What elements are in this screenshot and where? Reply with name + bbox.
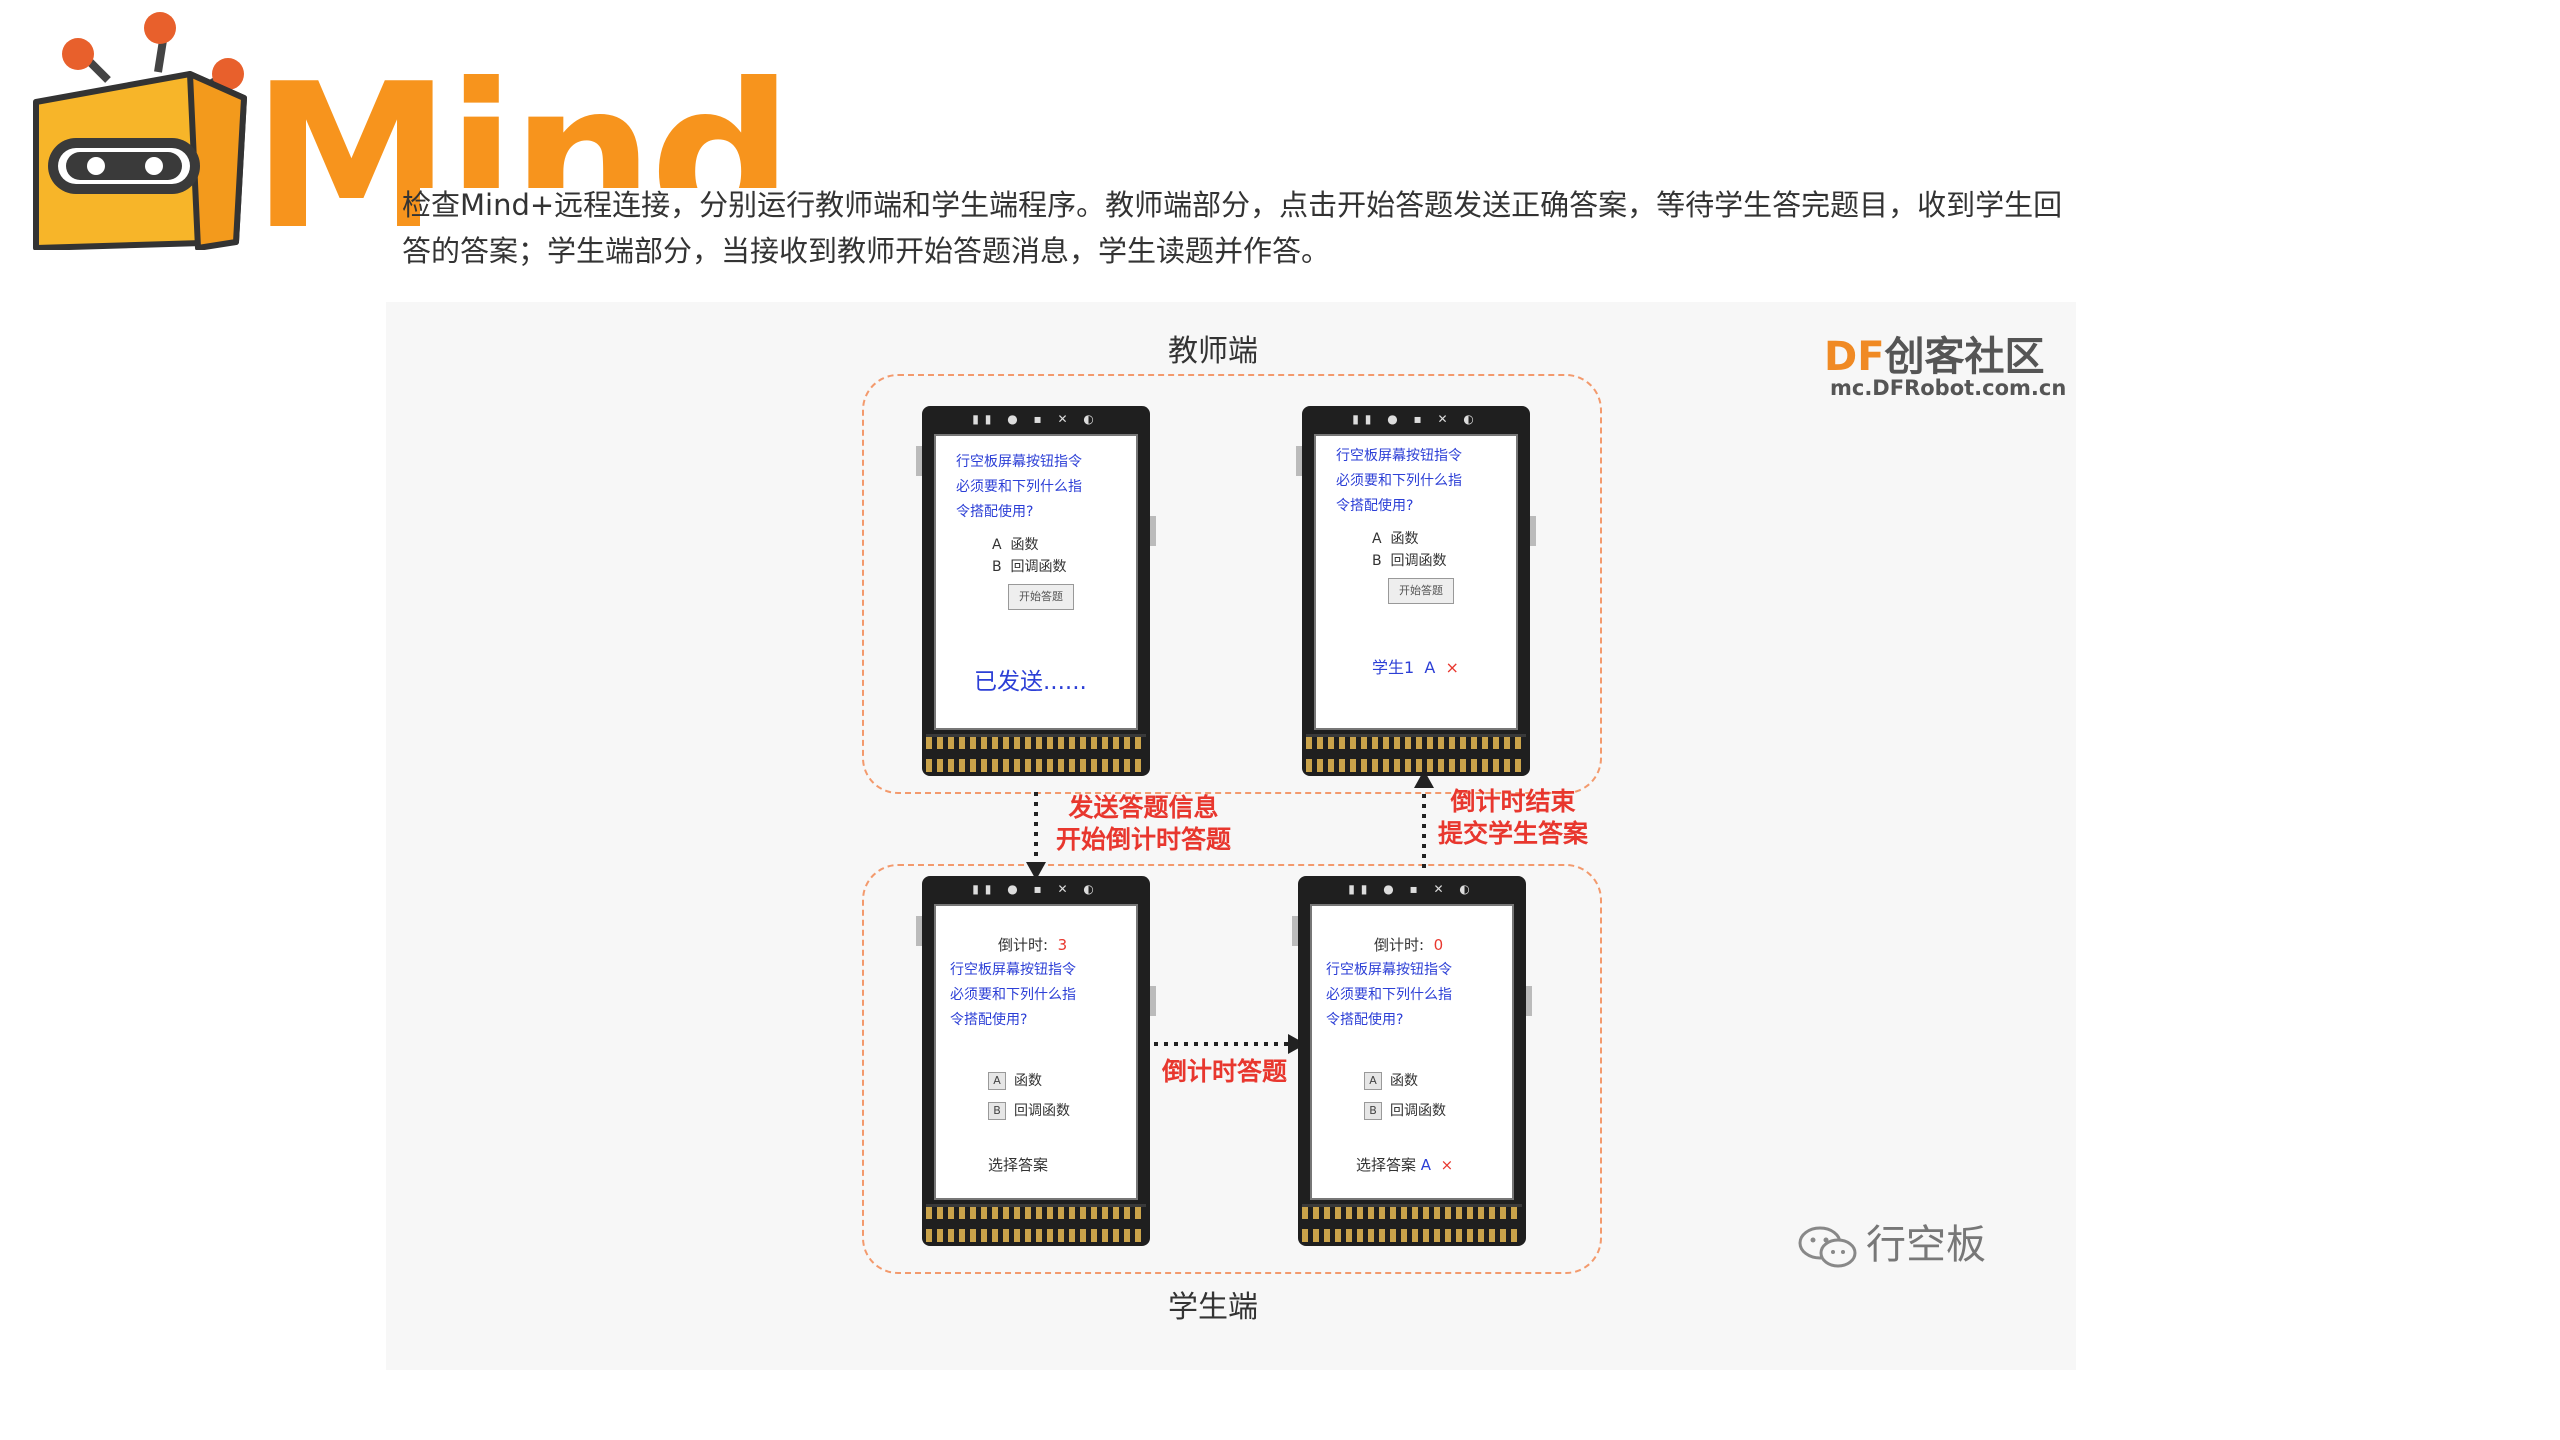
choose-answer-label: 选择答案 — [988, 1156, 1049, 1174]
device-teacher-result: ▮▮ ● ▪ ✕ ◐ 行空板屏幕按钮指令 必须要和下列什么指 令搭配使用? A … — [1296, 406, 1536, 776]
wechat-icon — [1798, 1226, 1857, 1268]
countdown-text: 倒计时: 3 — [998, 936, 1068, 954]
teacher-group-label: 教师端 — [1168, 334, 1258, 369]
option-b: B 回调函数 — [992, 559, 1067, 575]
device-screen: 行空板屏幕按钮指令 必须要和下列什么指 令搭配使用? A 函数 B 回调函数 开… — [934, 434, 1138, 730]
student-group-label: 学生端 — [1168, 1290, 1258, 1325]
device-student-countdown: ▮▮ ● ▪ ✕ ◐ 倒计时: 3 行空板屏幕按钮指令 必须要和下列什么指 令搭… — [916, 876, 1156, 1246]
system-diagram-figure: DF创客社区 mc.DFRobot.com.cn 教师端 学生端 发送答题信息 … — [386, 302, 2076, 1370]
option-a: A 函数 — [1372, 531, 1419, 547]
robot-mascot-icon — [33, 12, 247, 250]
student-result-text: 学生1 A × — [1372, 658, 1459, 677]
device-screen: 倒计时: 0 行空板屏幕按钮指令 必须要和下列什么指 令搭配使用? A 函数 B回… — [1310, 904, 1514, 1200]
device-status-bar: ▮▮ ● ▪ ✕ ◐ — [1348, 882, 1476, 896]
device-screen: 倒计时: 3 行空板屏幕按钮指令 必须要和下列什么指 令搭配使用? A 函数 B回… — [934, 904, 1138, 1200]
sent-status-text: 已发送...... — [974, 669, 1087, 695]
device-student-answered: ▮▮ ● ▪ ✕ ◐ 倒计时: 0 行空板屏幕按钮指令 必须要和下列什么指 令搭… — [1292, 876, 1532, 1246]
teacher-student-flow-diagram: 教师端 学生端 发送答题信息 开始倒计时答题 倒计时答题 倒计时结束 提交学生答… — [386, 302, 2076, 1370]
article-paragraph: 检查Mind+远程连接，分别运行教师端和学生端程序。教师端部分，点击开始答题发送… — [402, 188, 2063, 268]
article-body: 检查Mind+远程连接，分别运行教师端和学生端程序。教师端部分，点击开始答题发送… — [386, 178, 2076, 1370]
option-a: A 函数 — [992, 537, 1039, 553]
device-gold-pins — [1306, 734, 1526, 772]
device-teacher-sending: ▮▮ ● ▪ ✕ ◐ 行空板屏幕按钮指令 必须要和下列什么指 令搭配使用? A … — [916, 406, 1156, 776]
flow-label-countdown: 倒计时答题 — [1162, 1057, 1288, 1086]
chosen-answer-text: 选择答案 A × — [1356, 1156, 1454, 1174]
device-screen: 行空板屏幕按钮指令 必须要和下列什么指 令搭配使用? A 函数 B 回调函数 开… — [1314, 434, 1518, 730]
start-answer-button[interactable]: 开始答题 — [1008, 584, 1074, 610]
question-text: 行空板屏幕按钮指令 必须要和下列什么指 令搭配使用? — [1326, 962, 1452, 1028]
option-b-button[interactable]: B 回调函数 — [988, 1100, 1070, 1120]
device-gold-pins — [926, 734, 1146, 772]
flow-label-submit: 倒计时结束 提交学生答案 — [1438, 787, 1589, 848]
option-a-button[interactable]: A 函数 — [988, 1070, 1042, 1090]
question-text: 行空板屏幕按钮指令 必须要和下列什么指 令搭配使用? — [956, 454, 1082, 520]
countdown-text: 倒计时: 0 — [1374, 936, 1444, 954]
option-b: B 回调函数 — [1372, 553, 1447, 569]
device-status-bar: ▮▮ ● ▪ ✕ ◐ — [1352, 412, 1480, 426]
device-gold-pins — [926, 1204, 1146, 1242]
question-text: 行空板屏幕按钮指令 必须要和下列什么指 令搭配使用? — [950, 962, 1076, 1028]
option-a-button[interactable]: A 函数 — [1364, 1070, 1418, 1090]
flow-label-send: 发送答题信息 开始倒计时答题 — [1056, 793, 1232, 854]
wechat-watermark: 行空板 — [1796, 1212, 1986, 1270]
device-gold-pins — [1302, 1204, 1522, 1242]
option-b-button[interactable]: B 回调函数 — [1364, 1100, 1446, 1120]
question-text: 行空板屏幕按钮指令 必须要和下列什么指 令搭配使用? — [1336, 448, 1462, 514]
start-answer-button[interactable]: 开始答题 — [1388, 578, 1454, 604]
device-status-bar: ▮▮ ● ▪ ✕ ◐ — [972, 412, 1100, 426]
device-status-bar: ▮▮ ● ▪ ✕ ◐ — [972, 882, 1100, 896]
